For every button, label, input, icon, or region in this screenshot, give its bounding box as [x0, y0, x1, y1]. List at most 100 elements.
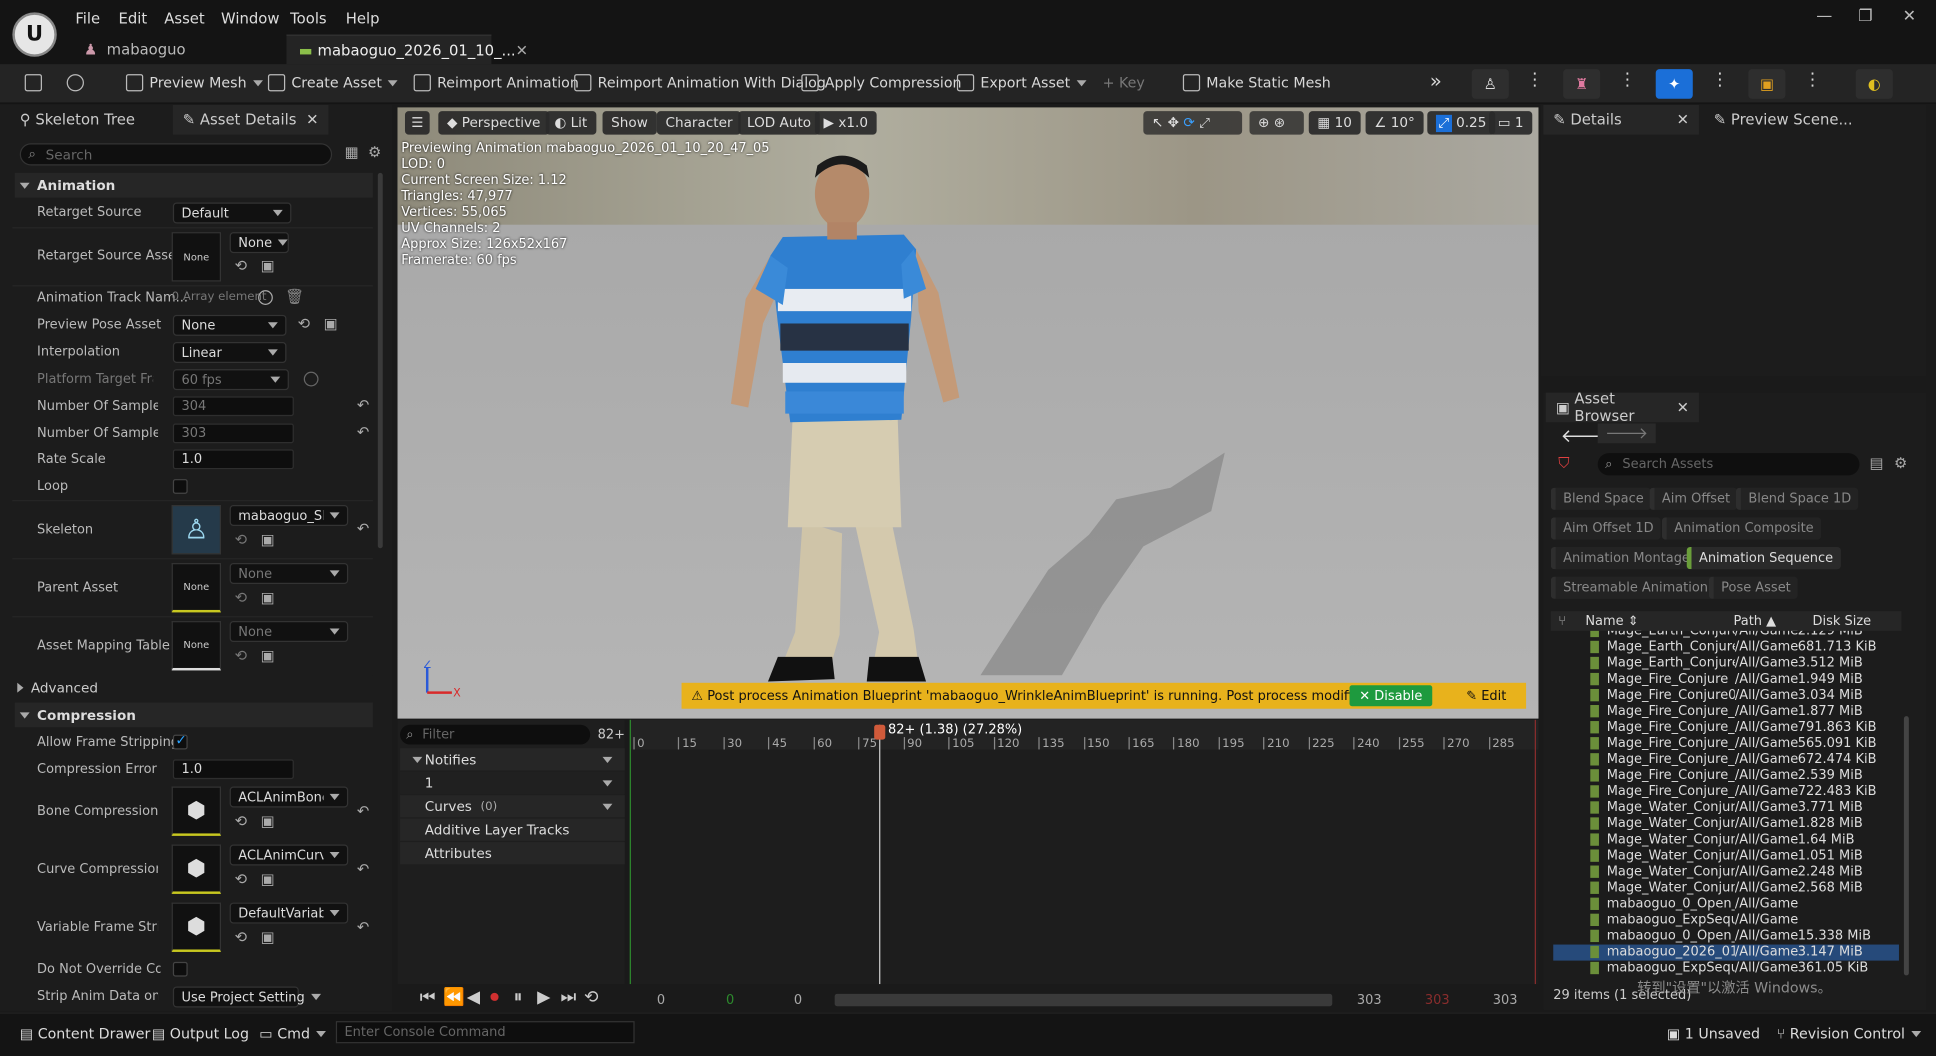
browse-variable-icon[interactable]: ▣ — [261, 928, 275, 945]
asset-row[interactable]: mabaoguo_ExpSequer/All/Game/R — [1553, 912, 1899, 928]
export-asset-button[interactable]: Export Asset — [956, 74, 1087, 92]
menu-window[interactable]: Window — [221, 10, 279, 27]
physics-mode-button[interactable]: ◐ — [1855, 69, 1893, 99]
asset-row[interactable]: Mage_Water_Conjure_/All/Game/M1.051 MiB — [1553, 848, 1899, 864]
reset-frames-icon[interactable]: ↶ — [357, 424, 369, 441]
column-name[interactable]: Name ⇕ — [1585, 614, 1638, 629]
tab-preview-scene[interactable]: ✎ Preview Scene... — [1704, 105, 1863, 135]
tab-details[interactable]: ✎ Details ✕ — [1543, 104, 1699, 135]
preview-viewport[interactable]: ☰ ◆ Perspective ◐ Lit Show Character LOD… — [397, 107, 1539, 719]
track-attributes[interactable]: Attributes — [400, 842, 625, 865]
reset-skeleton-icon[interactable]: ↶ — [357, 520, 369, 537]
asset-row[interactable]: Mage_Fire_Conjure_L/All/Game/M672.474 Ki… — [1553, 752, 1899, 768]
filter-streamable-animation[interactable]: Streamable Animation — [1550, 576, 1716, 599]
save-icon[interactable] — [24, 74, 48, 92]
browse-curve-icon[interactable]: ▣ — [261, 870, 275, 887]
step-forward-icon[interactable]: ▶ — [537, 988, 550, 1008]
filter-blend-space[interactable]: Blend Space — [1550, 487, 1652, 510]
create-asset-button[interactable]: Create Asset — [267, 74, 398, 92]
rotate-icon[interactable]: ⟳ — [1183, 115, 1194, 131]
variable-frame-thumbnail[interactable]: ⬢ — [171, 902, 222, 952]
allow-frame-stripping-checkbox[interactable] — [172, 732, 188, 750]
retarget-source-dropdown[interactable]: Default — [172, 202, 292, 224]
parent-asset-thumbnail[interactable]: None — [171, 563, 222, 613]
timeline-grid[interactable]: 0 15 30 45 60 75 90 105 120 135 150 165 180 195 210 225… — [629, 719, 1539, 985]
details-search-input[interactable]: ⌕ Search — [19, 143, 333, 166]
parent-asset-dropdown[interactable]: None — [229, 563, 349, 585]
playback-speed-button[interactable]: ▶ x1.0 — [814, 111, 877, 135]
retarget-source-asset-thumbnail[interactable]: None — [171, 232, 222, 282]
details-scrollbar[interactable] — [377, 172, 383, 549]
browse-mapping-icon[interactable]: ▣ — [261, 647, 275, 664]
tab-project[interactable]: ♟ mabaoguo — [72, 35, 198, 65]
asset-row[interactable]: Mage_Fire_Conjure_V/All/Game/M722.483 Ki… — [1553, 784, 1899, 800]
filter-icon[interactable]: ⛉ — [1558, 454, 1569, 473]
world-icon[interactable]: ⊕ — [1258, 115, 1269, 131]
asset-row[interactable]: Mage_Earth_Conjure_/All/Game/M681.713 Ki… — [1553, 640, 1899, 656]
filter-aim-offset-1d[interactable]: Aim Offset 1D — [1550, 517, 1662, 540]
browse-pose-icon[interactable]: ▣ — [323, 315, 337, 332]
close-details-icon[interactable]: ✕ — [1677, 111, 1689, 128]
revision-control-button[interactable]: ⑂ Revision Control — [1777, 1025, 1922, 1042]
skeleton-mode-button[interactable]: ♙ — [1471, 69, 1509, 99]
search-assets-input[interactable]: ⌕ Search Assets — [1597, 453, 1860, 476]
table-view-icon[interactable]: ▦ — [344, 143, 358, 160]
do-not-override-checkbox[interactable] — [172, 961, 188, 977]
console-command-input[interactable]: Enter Console Command — [335, 1021, 635, 1044]
cmd-dropdown[interactable]: ▭ Cmd — [259, 1025, 327, 1042]
browse-asset-icon[interactable]: ▣ — [261, 257, 275, 274]
close-window-icon[interactable]: ✕ — [1903, 7, 1916, 26]
surface-snap-icon[interactable]: ⊛ — [1274, 115, 1285, 131]
transform-tools[interactable]: ↖ ✥ ⟳ ⤢ — [1143, 111, 1243, 135]
skip-to-end-icon[interactable]: ⏭ — [561, 988, 577, 1008]
minimize-icon[interactable]: — — [1816, 7, 1832, 26]
column-path[interactable]: Path ▲ — [1734, 614, 1777, 629]
output-log-button[interactable]: ▤ Output Log — [152, 1025, 249, 1042]
mesh-options-icon[interactable]: ⋮ — [1619, 70, 1636, 90]
camera-speed-button[interactable]: ▭ 1 — [1489, 111, 1533, 135]
browser-settings-icon[interactable]: ⚙ — [1894, 454, 1907, 471]
tab-asset-browser[interactable]: ▣ Asset Browser ✕ — [1545, 390, 1699, 425]
bone-compression-thumbnail[interactable]: ⬢ — [171, 786, 222, 836]
tab-skeleton-tree[interactable]: ⚲ Skeleton Tree — [10, 105, 145, 135]
working-start[interactable]: 0 — [726, 993, 734, 1008]
browse-skeleton-icon[interactable]: ▣ — [261, 531, 275, 548]
blueprint-mode-button[interactable]: ▣ — [1748, 69, 1786, 99]
filter-animation-sequence[interactable]: Animation Sequence — [1686, 546, 1841, 570]
key-button[interactable]: + Key — [1103, 74, 1145, 91]
interpolation-dropdown[interactable]: Linear — [172, 342, 287, 364]
use-selected-variable-icon[interactable]: ⟲ — [235, 928, 247, 945]
curve-compression-dropdown[interactable]: ACLAnimCurveC — [229, 844, 349, 866]
forward-arrow-icon[interactable]: 🡒 — [1597, 423, 1656, 444]
asset-row[interactable]: Mage_Water_Conjure_/All/Game/M2.248 MiB — [1553, 864, 1899, 880]
unsaved-button[interactable]: ▣ 1 Unsaved — [1667, 1025, 1760, 1042]
overflow-chevron-icon[interactable]: » — [1430, 69, 1442, 92]
preview-pose-asset-dropdown[interactable]: None — [172, 314, 287, 336]
reimport-animation-button[interactable]: Reimport Animation — [413, 74, 579, 92]
menu-edit[interactable]: Edit — [119, 10, 148, 27]
scale-icon[interactable]: ⤢ — [1199, 114, 1210, 131]
loop-icon[interactable]: ⟲ — [584, 988, 598, 1008]
use-selected-parent-icon[interactable]: ⟲ — [235, 589, 247, 606]
asset-row[interactable]: Mage_Fire_Conjure_V/All/Game/M2.539 MiB — [1553, 768, 1899, 784]
lit-button[interactable]: ◐ Lit — [545, 111, 596, 135]
asset-row[interactable]: Mage_Fire_Conjure_L/All/Game/M565.091 Ki… — [1553, 736, 1899, 752]
asset-row[interactable]: Mage_Water_Conjure/All/Game/M3.771 MiB — [1553, 800, 1899, 816]
playhead-line[interactable]: 82+ (1.38) (27.28%) — [874, 722, 1022, 985]
add-element-icon[interactable] — [258, 290, 273, 305]
tab-asset[interactable]: ▬ mabaoguo_2026_01_10_... ✕ — [286, 34, 528, 65]
section-animation[interactable]: Animation — [14, 172, 373, 198]
range-start[interactable]: 0 — [657, 993, 665, 1008]
folder-icon[interactable]: ▤ — [1869, 454, 1883, 471]
view-start[interactable]: 0 — [794, 993, 802, 1008]
close-browser-icon[interactable]: ✕ — [1677, 399, 1689, 416]
close-panel-icon[interactable]: ✕ — [306, 111, 318, 128]
asset-row[interactable]: Mage_Earth_Conjure_/All/Game/M3.512 MiB — [1553, 656, 1899, 672]
select-icon[interactable]: ↖ — [1152, 115, 1163, 131]
perspective-button[interactable]: ◆ Perspective — [438, 111, 550, 135]
blueprint-options-icon[interactable]: ⋮ — [1804, 70, 1821, 90]
disable-button[interactable]: ✕ Disable — [1349, 685, 1433, 707]
column-size[interactable]: Disk Size — [1813, 614, 1872, 629]
use-selected-pose-icon[interactable]: ⟲ — [298, 315, 310, 332]
track-curves[interactable]: Curves (0) — [400, 795, 625, 818]
